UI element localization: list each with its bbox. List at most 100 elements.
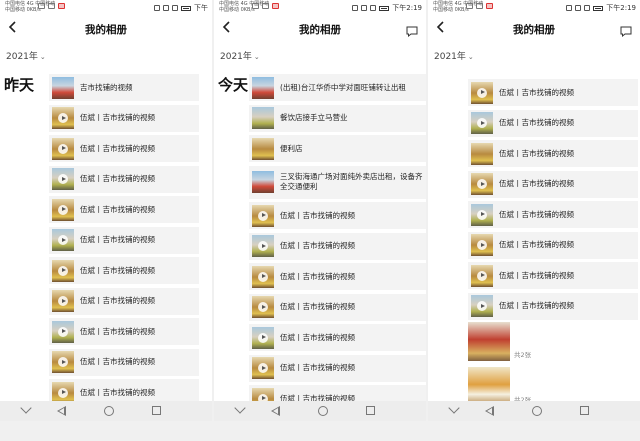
post-thumbnail <box>52 229 74 252</box>
nav-home-icon[interactable] <box>532 406 542 416</box>
play-icon <box>58 204 68 215</box>
post-title: 伍斌丨吉市找铺的视频 <box>80 387 155 397</box>
post-row[interactable]: 伍斌丨吉市找铺的视频 <box>49 165 199 193</box>
nav-back-icon[interactable] <box>485 406 494 416</box>
play-icon <box>258 302 268 313</box>
post-row[interactable]: 伍斌丨吉市找铺的视频 <box>468 140 638 168</box>
post-thumbnail <box>52 290 74 313</box>
post-row[interactable]: 伍斌丨吉市找铺的视频 <box>249 324 426 352</box>
post-thumbnail <box>471 173 493 196</box>
nav-home-icon[interactable] <box>318 406 328 416</box>
post-thumbnail <box>52 320 74 343</box>
play-icon <box>258 332 268 343</box>
post-title: 伍斌丨吉市找铺的视频 <box>80 113 155 123</box>
post-row[interactable]: 伍斌丨吉市找铺的视频 <box>249 202 426 230</box>
post-row[interactable]: 伍斌丨吉市找铺的视频 <box>249 232 426 260</box>
post-row[interactable]: 伍斌丨吉市找铺的视频 <box>468 201 638 229</box>
android-nav-bar <box>428 401 640 421</box>
play-icon <box>58 174 68 185</box>
hide-nav-icon[interactable] <box>20 402 32 414</box>
play-icon <box>258 210 268 221</box>
nav-back-icon[interactable] <box>57 406 66 416</box>
play-icon <box>258 363 268 374</box>
post-row[interactable]: 伍斌丨吉市找铺的视频 <box>249 293 426 321</box>
nav-back-icon[interactable] <box>271 406 280 416</box>
play-icon <box>58 113 68 124</box>
message-icon <box>620 26 632 38</box>
post-row[interactable]: 伍斌丨吉市找铺的视频 <box>49 257 199 285</box>
bluetooth-icon <box>172 5 178 11</box>
year-label: 2021年 <box>220 52 252 62</box>
vibrate-icon <box>575 5 582 11</box>
chevron-down-icon: ⌄ <box>253 53 260 61</box>
photo-thumbnail <box>468 322 510 361</box>
post-thumbnail <box>252 137 274 160</box>
vibrate-icon <box>163 5 169 11</box>
post-title: 便利店 <box>280 143 303 153</box>
post-title: 伍斌丨吉市找铺的视频 <box>280 241 355 251</box>
play-icon <box>477 118 487 129</box>
post-title: 伍斌丨吉市找铺的视频 <box>80 326 155 336</box>
nav-recent-icon[interactable] <box>580 406 589 415</box>
post-row[interactable]: 伍斌丨吉市找铺的视频 <box>49 135 199 163</box>
message-button[interactable] <box>620 22 632 38</box>
album-screen-scrolled: 中国电信 4G 中国移动 中国移动 0KB/s 下午2:19 我的相册 2021… <box>428 0 640 421</box>
year-selector[interactable]: 2021年 ⌄ <box>6 49 46 62</box>
post-row[interactable]: 伍斌丨吉市找铺的视频 <box>468 170 638 198</box>
post-row[interactable]: 伍斌丨吉市找铺的视频 <box>468 231 638 259</box>
post-row[interactable]: 便利店 <box>249 135 426 163</box>
post-row[interactable]: 伍斌丨吉市找铺的视频 <box>468 79 638 106</box>
post-row[interactable]: (出租)台江华侨中学对面旺铺转让出租 <box>249 74 426 101</box>
play-icon <box>58 143 68 154</box>
play-icon <box>477 301 487 312</box>
post-thumbnail <box>52 76 74 99</box>
year-selector[interactable]: 2021年 ⌄ <box>220 49 260 62</box>
post-title: 伍斌丨吉市找铺的视频 <box>499 270 574 280</box>
message-button[interactable] <box>406 22 418 38</box>
nav-home-icon[interactable] <box>104 406 114 416</box>
status-bar: 中国电信 4G 中国移动 中国移动 0KB/s 下午2:19 <box>428 0 640 14</box>
post-row[interactable]: 吉市找铺的视频 <box>49 74 199 101</box>
post-thumbnail <box>471 264 493 287</box>
play-icon <box>258 241 268 252</box>
post-row[interactable]: 伍斌丨吉市找铺的视频 <box>249 354 426 382</box>
play-icon <box>258 271 268 282</box>
post-title: 餐饮店接手立马营业 <box>280 113 348 123</box>
post-thumbnail <box>252 296 274 319</box>
post-row[interactable]: 伍斌丨吉市找铺的视频 <box>49 348 199 376</box>
post-row[interactable]: 伍斌丨吉市找铺的视频 <box>468 292 638 320</box>
post-row[interactable]: 伍斌丨吉市找铺的视频 <box>249 263 426 291</box>
nfc-icon <box>352 5 359 11</box>
nav-recent-icon[interactable] <box>152 406 161 415</box>
post-row[interactable]: 伍斌丨吉市找铺的视频 <box>468 109 638 137</box>
post-row[interactable]: 伍斌丨吉市找铺的视频 <box>49 318 199 346</box>
bluetooth-icon <box>584 5 591 11</box>
nfc-icon <box>566 5 573 11</box>
nav-recent-icon[interactable] <box>366 406 375 415</box>
hide-nav-icon[interactable] <box>448 402 460 414</box>
post-row[interactable]: 餐饮店接手立马营业 <box>249 104 426 132</box>
post-row[interactable]: 伍斌丨吉市找铺的视频 <box>49 287 199 315</box>
post-row[interactable]: 伍斌丨吉市找铺的视频 <box>49 104 199 132</box>
play-icon <box>58 296 68 307</box>
post-row[interactable]: 伍斌丨吉市找铺的视频 <box>49 196 199 224</box>
post-row[interactable]: 三叉街海通广场对面纯外卖店出租，设备齐全交通便利 <box>249 165 426 199</box>
android-nav-bar <box>0 401 212 421</box>
post-thumbnail <box>252 204 274 227</box>
post-title: 伍斌丨吉市找铺的视频 <box>499 301 574 311</box>
post-row[interactable]: 伍斌丨吉市找铺的视频 <box>49 226 199 254</box>
year-selector[interactable]: 2021年 ⌄ <box>434 49 474 62</box>
post-title: 伍斌丨吉市找铺的视频 <box>499 118 574 128</box>
status-bar: 中国电信 4G 中国移动 中国移动 0KB/s 下午2:19 <box>214 0 426 14</box>
page-title: 我的相册 <box>299 24 341 36</box>
hide-nav-icon[interactable] <box>234 402 246 414</box>
post-thumbnail <box>471 295 493 318</box>
post-title: 吉市找铺的视频 <box>80 82 133 92</box>
year-label: 2021年 <box>6 52 38 62</box>
post-thumbnail <box>471 234 493 257</box>
post-row[interactable]: 伍斌丨吉市找铺的视频 <box>468 262 638 290</box>
post-thumbnail <box>252 171 274 194</box>
photo-post[interactable]: 共2张 <box>468 322 588 361</box>
post-title: 伍斌丨吉市找铺的视频 <box>499 179 574 189</box>
post-list: 吉市找铺的视频 伍斌丨吉市找铺的视频 伍斌丨吉市找铺的视频 伍斌丨吉市找铺的视频 伍斌丨… <box>49 74 199 410</box>
